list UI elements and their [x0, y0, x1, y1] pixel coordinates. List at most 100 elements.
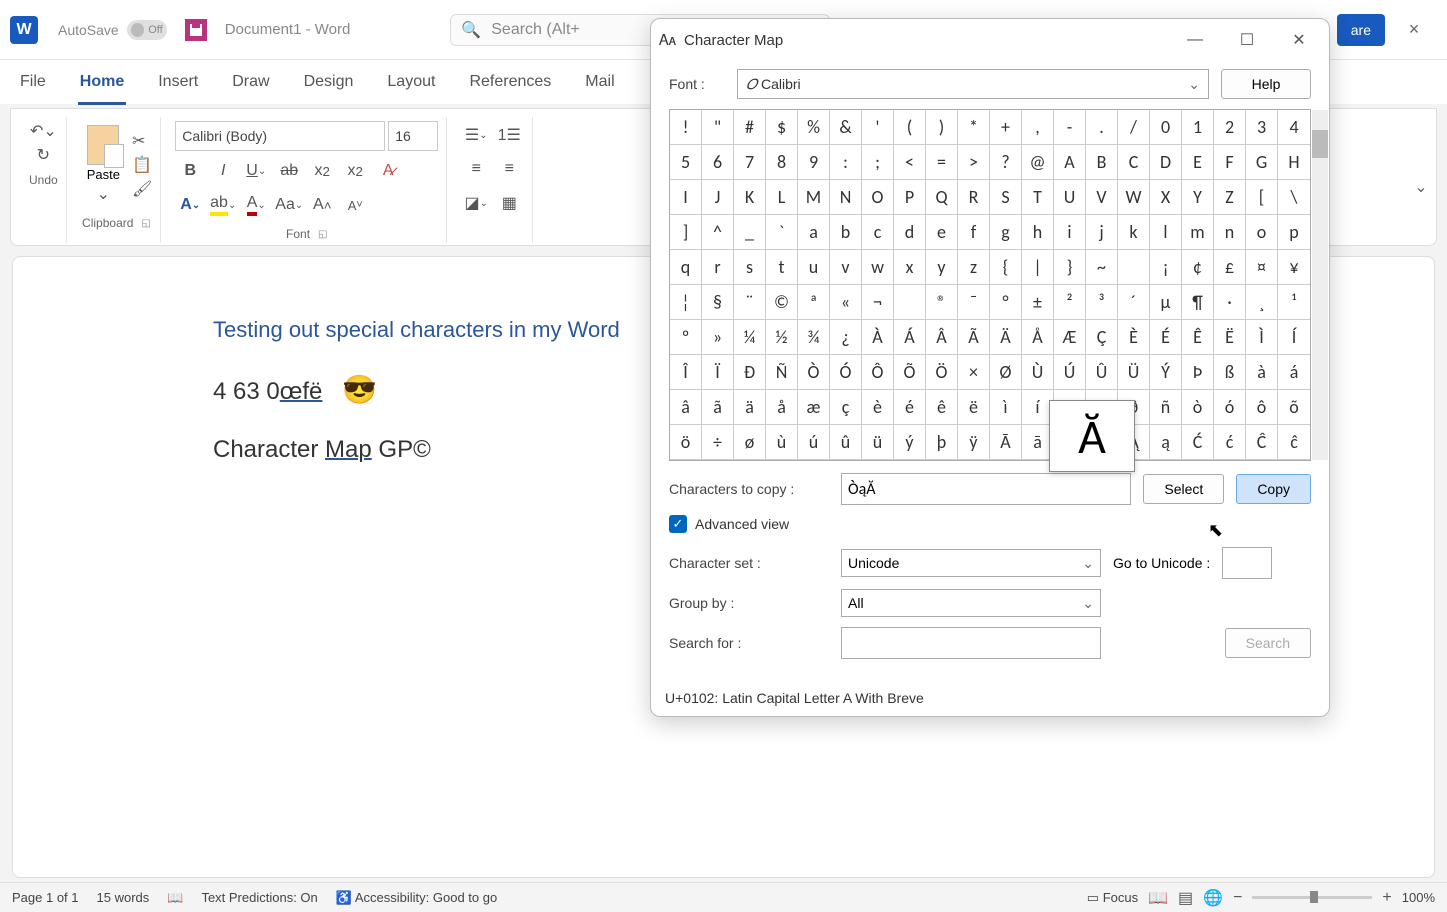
strikethrough-icon[interactable]: ab	[274, 157, 304, 185]
char-cell[interactable]: å	[766, 390, 798, 425]
char-cell[interactable]: æ	[798, 390, 830, 425]
char-cell[interactable]: j	[1086, 215, 1118, 250]
char-cell[interactable]: ^	[702, 215, 734, 250]
char-cell[interactable]: ÿ	[958, 425, 990, 460]
char-cell[interactable]: Ä	[990, 320, 1022, 355]
char-cell[interactable]: ®	[926, 285, 958, 320]
borders-icon[interactable]: ▦	[494, 189, 524, 217]
char-cell[interactable]: à	[1246, 355, 1278, 390]
search-button[interactable]: Search	[1225, 628, 1311, 658]
char-cell[interactable]: É	[1150, 320, 1182, 355]
char-cell[interactable]: È	[1118, 320, 1150, 355]
char-cell[interactable]: á	[1278, 355, 1310, 390]
char-cell[interactable]: A	[1054, 145, 1086, 180]
char-cell[interactable]: Ô	[862, 355, 894, 390]
char-cell[interactable]: r	[702, 250, 734, 285]
char-cell[interactable]: õ	[1278, 390, 1310, 425]
char-cell[interactable]: û	[830, 425, 862, 460]
help-button[interactable]: Help	[1221, 69, 1311, 99]
zoom-slider[interactable]	[1252, 896, 1372, 899]
char-cell[interactable]: \	[1278, 180, 1310, 215]
tab-layout[interactable]: Layout	[385, 67, 437, 97]
char-cell[interactable]: ¨	[734, 285, 766, 320]
char-cell[interactable]: V	[1086, 180, 1118, 215]
char-cell[interactable]: 7	[734, 145, 766, 180]
char-cell[interactable]: "	[702, 110, 734, 145]
char-cell[interactable]: Û	[1086, 355, 1118, 390]
tab-references[interactable]: References	[467, 67, 553, 97]
char-cell[interactable]: ¢	[1182, 250, 1214, 285]
char-cell[interactable]: Ð	[734, 355, 766, 390]
char-cell[interactable]: Ú	[1054, 355, 1086, 390]
grid-scroll-thumb[interactable]	[1312, 130, 1328, 158]
font-size-combo[interactable]: 16	[388, 121, 438, 151]
char-cell[interactable]: t	[766, 250, 798, 285]
char-cell[interactable]: 1	[1182, 110, 1214, 145]
char-cell[interactable]: e	[926, 215, 958, 250]
char-cell[interactable]: Å	[1022, 320, 1054, 355]
char-cell[interactable]: B	[1086, 145, 1118, 180]
char-cell[interactable]: ½	[766, 320, 798, 355]
web-layout-icon[interactable]: 🌐	[1203, 888, 1223, 908]
char-cell[interactable]: ö	[670, 425, 702, 460]
char-cell[interactable]: &	[830, 110, 862, 145]
char-cell[interactable]: G	[1246, 145, 1278, 180]
char-cell[interactable]: ¿	[830, 320, 862, 355]
char-cell[interactable]: F	[1214, 145, 1246, 180]
char-cell[interactable]: ¶	[1182, 285, 1214, 320]
char-cell[interactable]: I	[670, 180, 702, 215]
char-cell[interactable]: 8	[766, 145, 798, 180]
shading-icon[interactable]: ◪⌄	[461, 189, 491, 217]
char-cell[interactable]: ²	[1054, 285, 1086, 320]
char-cell[interactable]: ¾	[798, 320, 830, 355]
minimize-icon[interactable]: —	[1173, 31, 1217, 49]
char-cell[interactable]: ´	[1118, 285, 1150, 320]
char-cell[interactable]: Ë	[1214, 320, 1246, 355]
char-cell[interactable]: 3	[1246, 110, 1278, 145]
char-cell[interactable]: ý	[894, 425, 926, 460]
undo-dropdown-icon[interactable]: ⌄	[43, 121, 56, 141]
char-cell[interactable]: u	[798, 250, 830, 285]
char-cell[interactable]: ¼	[734, 320, 766, 355]
char-cell[interactable]: Á	[894, 320, 926, 355]
char-cell[interactable]: þ	[926, 425, 958, 460]
char-cell[interactable]: Ù	[1022, 355, 1054, 390]
focus-mode[interactable]: ▭ Focus	[1087, 890, 1138, 906]
char-cell[interactable]: Í	[1278, 320, 1310, 355]
char-cell[interactable]: Ê	[1182, 320, 1214, 355]
paste-button[interactable]: Paste ⌄	[81, 121, 126, 208]
char-cell[interactable]: +	[990, 110, 1022, 145]
char-cell[interactable]: O	[862, 180, 894, 215]
window-close-icon[interactable]: ×	[1391, 19, 1437, 40]
char-cell[interactable]: :	[830, 145, 862, 180]
char-cell[interactable]: µ	[1150, 285, 1182, 320]
clipboard-dialog-launcher-icon[interactable]: ◱	[141, 218, 150, 229]
char-cell[interactable]: Þ	[1182, 355, 1214, 390]
clear-format-icon[interactable]: A̷	[373, 157, 403, 185]
char-cell[interactable]: é	[894, 390, 926, 425]
format-painter-icon[interactable]: 🖌	[132, 179, 152, 199]
char-cell[interactable]: _	[734, 215, 766, 250]
char-cell[interactable]: 0	[1150, 110, 1182, 145]
char-cell[interactable]: ø	[734, 425, 766, 460]
bold-icon[interactable]: B	[175, 157, 205, 185]
char-cell[interactable]: ì	[990, 390, 1022, 425]
char-cell[interactable]: S	[990, 180, 1022, 215]
char-cell[interactable]: Â	[926, 320, 958, 355]
tab-draw[interactable]: Draw	[230, 67, 271, 97]
char-cell[interactable]: ã	[702, 390, 734, 425]
italic-icon[interactable]: I	[208, 157, 238, 185]
char-cell[interactable]: $	[766, 110, 798, 145]
char-cell[interactable]: ~	[1086, 250, 1118, 285]
grow-font-icon[interactable]: A˄	[307, 191, 337, 219]
tab-insert[interactable]: Insert	[156, 67, 200, 97]
char-cell[interactable]: ©	[766, 285, 798, 320]
char-cell[interactable]: o	[1246, 215, 1278, 250]
char-cell[interactable]: ?	[990, 145, 1022, 180]
char-cell[interactable]: /	[1118, 110, 1150, 145]
char-cell[interactable]: º	[670, 320, 702, 355]
char-cell[interactable]	[1118, 250, 1150, 285]
numbering-icon[interactable]: 1☰	[494, 121, 524, 149]
char-cell[interactable]: K	[734, 180, 766, 215]
char-cell[interactable]: Õ	[894, 355, 926, 390]
